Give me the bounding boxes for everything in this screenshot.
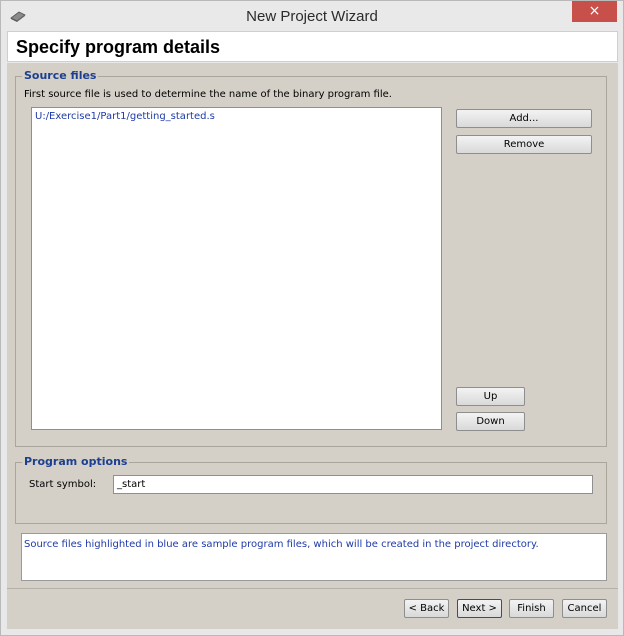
program-options-legend: Program options [22,455,130,468]
title-bar: New Project Wizard × [1,1,623,31]
page-header: Specify program details [7,31,618,62]
window-title: New Project Wizard [246,8,378,25]
back-button[interactable]: < Back [404,599,449,618]
add-button[interactable]: Add... [456,109,592,128]
start-symbol-input[interactable]: _start [113,475,593,494]
program-options-group: Program options Start symbol: _start [15,455,607,524]
close-icon: × [588,3,601,19]
new-project-wizard-window: New Project Wizard × Specify program det… [0,0,624,636]
remove-button[interactable]: Remove [456,135,592,154]
start-symbol-label: Start symbol: [29,479,97,490]
close-button[interactable]: × [572,1,617,22]
wizard-footer: < Back Next > Finish Cancel [7,589,618,629]
list-item[interactable]: U:/Exercise1/Part1/getting_started.s [35,111,215,122]
source-files-legend: Source files [22,69,99,82]
info-box: Source files highlighted in blue are sam… [21,533,607,581]
info-text: Source files highlighted in blue are sam… [24,539,539,550]
up-button[interactable]: Up [456,387,525,406]
wizard-content: Source files First source file is used t… [7,63,618,588]
cancel-button[interactable]: Cancel [562,599,607,618]
source-file-list[interactable]: U:/Exercise1/Part1/getting_started.s [31,107,442,430]
finish-button[interactable]: Finish [509,599,554,618]
down-button[interactable]: Down [456,412,525,431]
page-title: Specify program details [16,37,221,57]
next-button[interactable]: Next > [457,599,502,618]
source-files-group: Source files First source file is used t… [15,69,607,447]
source-files-description: First source file is used to determine t… [24,89,392,100]
